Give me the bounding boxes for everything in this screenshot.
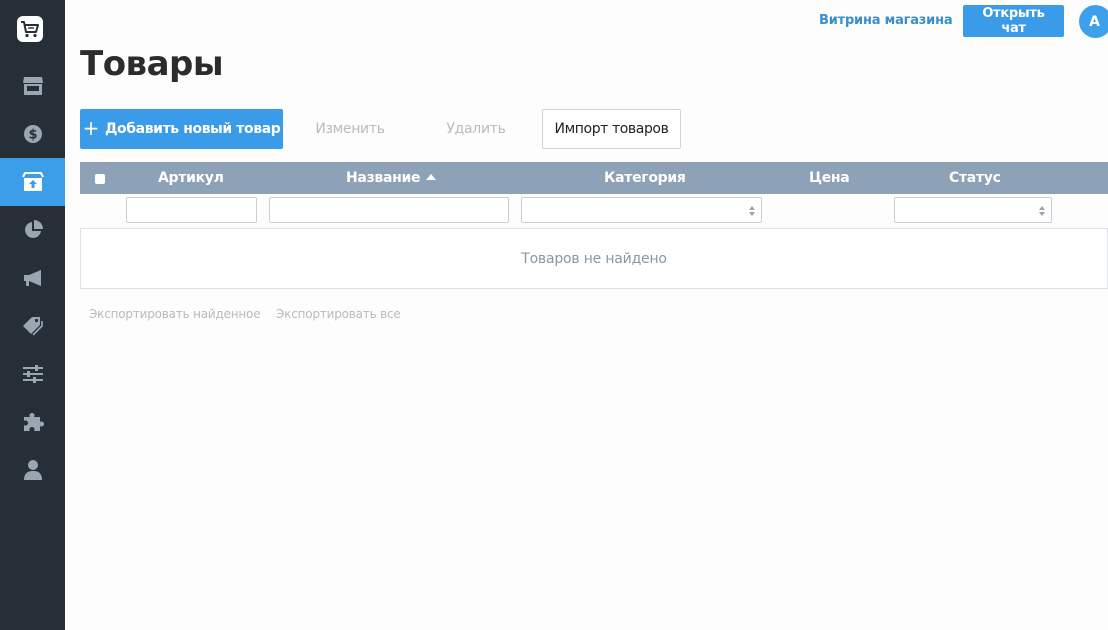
export-all-link[interactable]: Экспортировать все [276, 307, 401, 321]
column-name-label: Название [346, 170, 421, 186]
empty-table-message: Товаров не найдено [80, 228, 1108, 289]
sidebar-item-products[interactable] [0, 158, 65, 206]
sidebar-item-reports[interactable] [0, 206, 65, 254]
add-product-label: Добавить новый товар [104, 121, 281, 137]
open-chat-button[interactable]: Открыть чат [963, 5, 1064, 37]
sort-ascending-icon [426, 174, 437, 180]
sidebar-item-discounts[interactable] [0, 302, 65, 350]
edit-button[interactable]: Изменить [300, 109, 400, 149]
plus-icon: + [82, 116, 100, 140]
store-icon [22, 76, 44, 96]
column-status[interactable]: Статус [949, 162, 1001, 194]
select-arrows-icon [1039, 206, 1045, 216]
table-header: Артикул Название Категория Цена Статус [80, 162, 1108, 194]
name-filter-input[interactable] [269, 197, 509, 223]
puzzle-icon [22, 411, 44, 433]
category-filter-select[interactable] [521, 197, 762, 223]
dollar-icon: $ [22, 123, 44, 145]
sidebar-item-store[interactable] [0, 62, 65, 110]
page-title: Товары [80, 44, 224, 84]
shop-logo-icon[interactable] [17, 16, 43, 42]
sidebar: $ [0, 0, 65, 630]
avatar[interactable]: A [1079, 5, 1108, 38]
user-icon [23, 459, 43, 481]
storefront-link[interactable]: Витрина магазина [819, 13, 953, 28]
tags-icon [22, 315, 44, 337]
pie-chart-icon [23, 220, 43, 240]
column-sku[interactable]: Артикул [158, 162, 224, 194]
sku-filter-input[interactable] [126, 197, 257, 223]
delete-button[interactable]: Удалить [426, 109, 526, 149]
sidebar-item-settings[interactable] [0, 350, 65, 398]
sidebar-item-sales[interactable]: $ [0, 110, 65, 158]
megaphone-icon [22, 268, 44, 288]
column-name[interactable]: Название [346, 162, 437, 194]
export-found-link[interactable]: Экспортировать найденное [89, 307, 261, 321]
column-price[interactable]: Цена [809, 162, 850, 194]
import-products-button[interactable]: Импорт товаров [542, 109, 681, 149]
select-arrows-icon [749, 206, 755, 216]
sidebar-item-account[interactable] [0, 446, 65, 494]
sidebar-item-apps[interactable] [0, 398, 65, 446]
add-product-button[interactable]: + Добавить новый товар [80, 109, 283, 149]
column-category[interactable]: Категория [604, 162, 686, 194]
select-all-checkbox[interactable] [95, 174, 105, 184]
sliders-icon [22, 365, 44, 383]
products-upload-icon [21, 171, 45, 193]
sidebar-item-marketing[interactable] [0, 254, 65, 302]
svg-text:$: $ [28, 128, 37, 143]
status-filter-select[interactable] [894, 197, 1052, 223]
